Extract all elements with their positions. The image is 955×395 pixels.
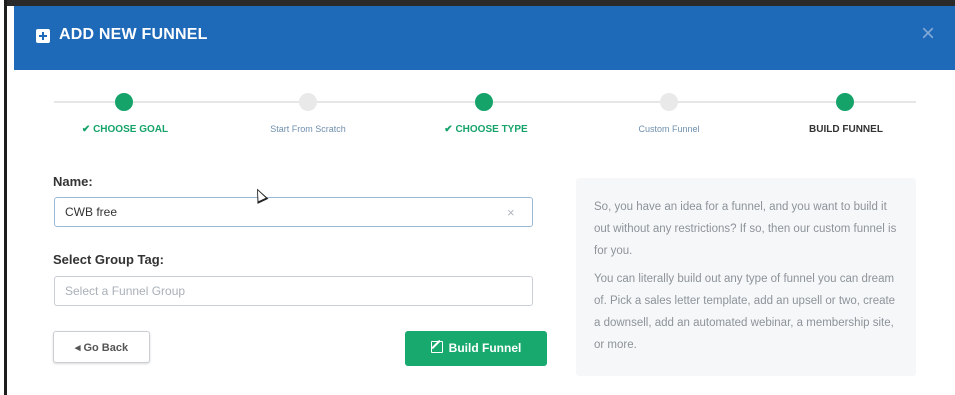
step-2-dot [299, 93, 317, 111]
plus-square-icon [36, 29, 50, 43]
info-paragraph-1: So, you have an idea for a funnel, and y… [594, 201, 897, 257]
step-start-from-scratch[interactable]: Start From Scratch [270, 124, 346, 134]
build-funnel-label: Build Funnel [448, 341, 522, 355]
step-1-dot [115, 93, 133, 111]
group-tag-label: Select Group Tag: [53, 252, 164, 267]
info-paragraph-2: You can literally build out any type of … [594, 273, 896, 351]
step-5-dot [836, 93, 854, 111]
name-label: Name: [53, 174, 93, 189]
clear-input-icon[interactable]: × [507, 205, 515, 220]
edit-icon [430, 341, 443, 353]
step-4-dot [660, 93, 678, 111]
step-custom-funnel[interactable]: Custom Funnel [638, 124, 699, 134]
go-back-button[interactable]: ◂ Go Back [53, 331, 150, 363]
group-tag-input[interactable] [54, 276, 533, 306]
info-panel: So, you have an idea for a funnel, and y… [576, 178, 916, 376]
add-funnel-modal: ADD NEW FUNNEL × ✔ CHOOSE GOAL Start Fro… [14, 6, 955, 395]
step-build-funnel: BUILD FUNNEL [809, 124, 883, 135]
step-choose-goal[interactable]: ✔ CHOOSE GOAL [82, 124, 168, 135]
modal-title: ADD NEW FUNNEL [59, 26, 208, 43]
window-frame-left [4, 0, 7, 395]
modal-header: ADD NEW FUNNEL × [14, 6, 955, 70]
step-3-dot [475, 93, 493, 111]
step-choose-type[interactable]: ✔ CHOOSE TYPE [444, 124, 527, 135]
close-icon[interactable]: × [921, 22, 935, 46]
build-funnel-button[interactable]: Build Funnel [405, 331, 547, 366]
name-input[interactable] [54, 197, 533, 227]
